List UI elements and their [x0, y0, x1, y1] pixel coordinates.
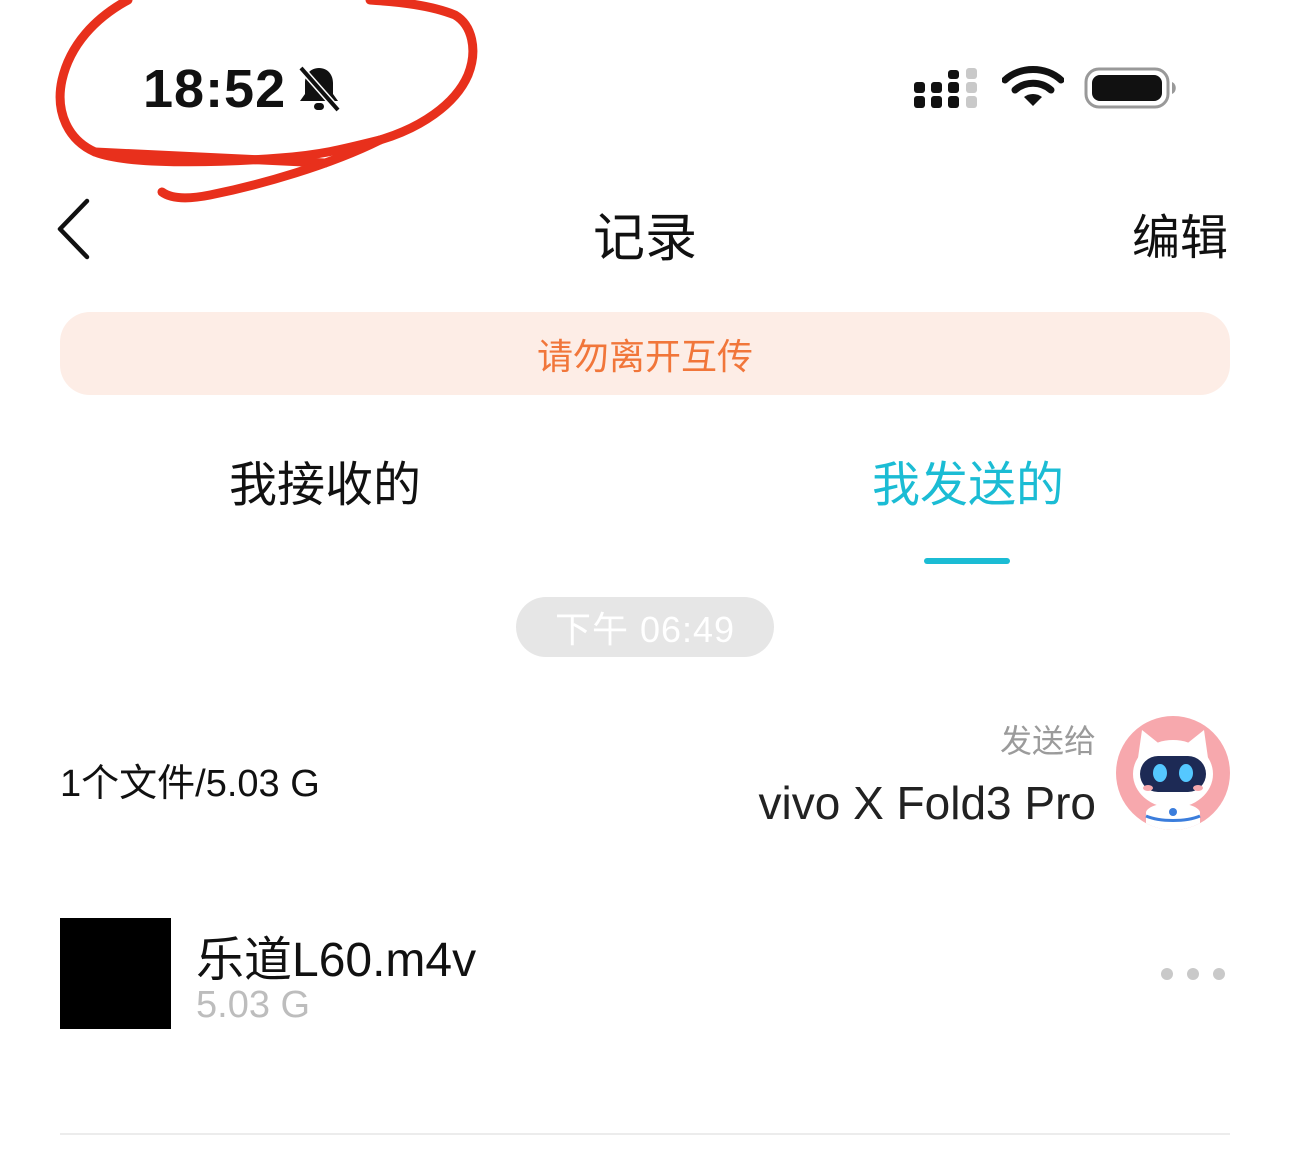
- file-name[interactable]: 乐道L60.m4v: [196, 920, 476, 990]
- time-separator: 下午 06:49: [516, 597, 774, 657]
- file-size: 5.03 G: [196, 984, 311, 1026]
- warning-banner: 请勿离开互传: [60, 312, 1230, 395]
- warning-banner-text: 请勿离开互传: [536, 335, 753, 377]
- tab-active-indicator: [924, 558, 1010, 564]
- edit-button[interactable]: 编辑: [1132, 198, 1228, 268]
- more-icon: [1161, 968, 1173, 980]
- tab-received[interactable]: 我接收的: [115, 445, 535, 515]
- wifi-icon: [1002, 66, 1064, 106]
- cellular-signal-icon: [914, 68, 977, 108]
- divider: [60, 1133, 1230, 1135]
- page-title: 记录: [592, 210, 697, 268]
- send-to-label: 发送给: [999, 723, 1096, 759]
- status-time: 18:52: [143, 59, 287, 119]
- device-avatar: [1116, 716, 1230, 830]
- bell-slash-icon: [298, 65, 341, 113]
- record-time: 下午 06:49: [554, 609, 736, 650]
- battery-icon: [1084, 67, 1176, 109]
- more-options-button[interactable]: [1160, 964, 1226, 984]
- tab-sent[interactable]: 我发送的: [758, 445, 1178, 515]
- robot-cat-icon: [1133, 730, 1213, 830]
- device-name: vivo X Fold3 Pro: [758, 777, 1096, 829]
- file-thumbnail[interactable]: [60, 918, 171, 1029]
- file-summary: 1个文件/5.03 G: [60, 763, 320, 805]
